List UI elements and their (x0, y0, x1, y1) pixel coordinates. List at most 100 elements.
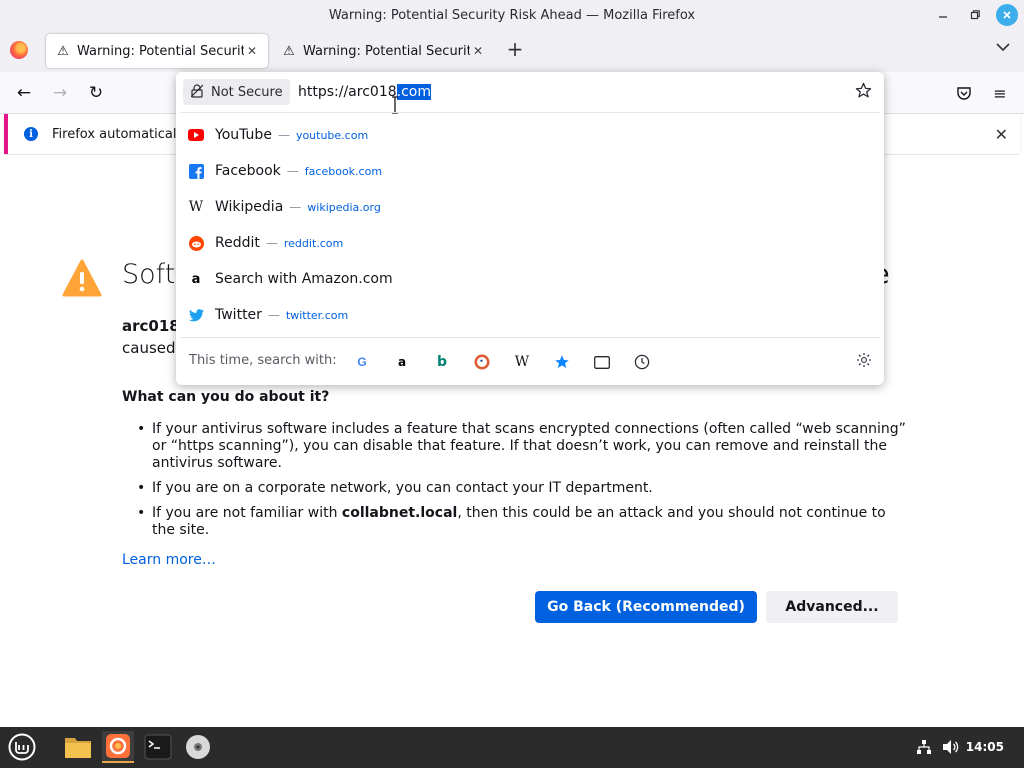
volume-icon[interactable] (942, 739, 960, 759)
start-menu-button[interactable] (6, 731, 38, 763)
terminal-app-button[interactable] (142, 731, 174, 763)
duckduckgo-icon[interactable] (472, 352, 492, 372)
pocket-button[interactable] (952, 81, 976, 105)
reload-button[interactable]: ↻ (84, 81, 108, 105)
window-title: Warning: Potential Security Risk Ahead —… (328, 7, 696, 23)
warning-triangle-icon (62, 259, 102, 297)
suggestion-facebook[interactable]: Facebook — facebook.com (176, 153, 884, 189)
amazon-icon[interactable]: a (392, 352, 412, 372)
insecure-lock-icon (190, 83, 205, 101)
back-arrow-icon: ← (16, 83, 32, 103)
wikipedia-icon[interactable]: W (512, 352, 532, 372)
forward-arrow-icon: → (52, 83, 68, 103)
tab-inactive[interactable]: ⚠ Warning: Potential Security Risk Ahead… (272, 34, 494, 68)
tab-close-icon[interactable]: ✕ (244, 44, 260, 58)
list-item: If you are on a corporate network, you c… (137, 480, 907, 497)
url-selected-text: .com (396, 84, 431, 100)
terminal-icon (144, 734, 172, 760)
minimize-button[interactable] (932, 4, 954, 26)
firefox-icon (106, 734, 130, 758)
suggestion-name: Facebook (215, 163, 281, 179)
close-icon (1003, 11, 1011, 19)
back-button[interactable]: ← (12, 81, 36, 105)
suggestion-name: Twitter (215, 307, 262, 323)
separator-dash: — (277, 128, 290, 142)
suggestion-name: Reddit (215, 235, 260, 251)
google-icon[interactable]: G (352, 352, 372, 372)
bookmark-star-button[interactable] (855, 82, 872, 104)
learn-more-link[interactable]: Learn more… (122, 552, 216, 568)
suggestion-amazon-search[interactable]: a Search with Amazon.com (176, 261, 884, 297)
firefox-view-icon[interactable] (10, 41, 28, 59)
bing-icon[interactable]: b (432, 352, 452, 372)
suggestion-name: Wikipedia (215, 199, 284, 215)
list-item: If your antivirus software includes a fe… (137, 421, 907, 472)
suggestion-twitter[interactable]: Twitter — twitter.com (176, 297, 884, 333)
divider (180, 112, 880, 113)
suggestion-url: reddit.com (283, 236, 344, 250)
search-settings-button[interactable] (856, 352, 872, 372)
star-icon (855, 82, 872, 98)
disc-app-button[interactable] (182, 731, 214, 763)
forward-button[interactable]: → (48, 81, 72, 105)
tab-active[interactable]: ⚠ Warning: Potential Security Risk Ahead… (46, 34, 268, 68)
separator-dash: — (267, 308, 280, 322)
window-controls (932, 4, 1018, 26)
search-with-label: This time, search with: (189, 353, 337, 368)
wikipedia-icon: W (188, 199, 204, 215)
bullet-text: If you are not familiar with (152, 505, 342, 521)
error-description: caused (122, 339, 176, 357)
window-titlebar: Warning: Potential Security Risk Ahead —… (0, 0, 1024, 30)
tab-close-icon[interactable]: ✕ (470, 44, 486, 58)
close-window-button[interactable] (996, 4, 1018, 26)
separator-dash: — (286, 164, 299, 178)
app-menu-button[interactable]: ≡ (988, 81, 1012, 105)
advice-list: If your antivirus software includes a fe… (137, 421, 907, 547)
reload-icon: ↻ (88, 83, 104, 103)
taskbar: 14:05 (0, 727, 1024, 768)
suggestion-reddit[interactable]: Reddit — reddit.com (176, 225, 884, 261)
suggestion-youtube[interactable]: YouTube — youtube.com (176, 117, 884, 153)
new-tab-button[interactable]: + (504, 38, 526, 60)
domain-name: collabnet.local (341, 505, 458, 521)
tab-title: Warning: Potential Security Risk Ahead (303, 43, 470, 59)
screen: Warning: Potential Security Risk Ahead —… (0, 0, 1024, 768)
maximize-button[interactable] (964, 4, 986, 26)
suggestion-url: facebook.com (304, 164, 383, 178)
gear-icon (857, 353, 871, 367)
folder-icon (65, 738, 91, 758)
list-all-tabs-button[interactable] (996, 40, 1010, 56)
amazon-icon: a (191, 271, 201, 287)
not-secure-label: Not Secure (211, 84, 283, 100)
tabs-icon[interactable] (592, 352, 612, 372)
not-secure-indicator[interactable]: Not Secure (183, 79, 290, 105)
firefox-taskbar-button[interactable] (102, 731, 134, 763)
divider (180, 337, 880, 338)
network-icon[interactable] (916, 739, 932, 759)
urlbar-dropdown: Not Secure https://arc018.com YouTube — … (176, 72, 884, 385)
minimize-icon (939, 16, 947, 18)
linux-mint-logo-icon (8, 733, 36, 761)
warning-icon: ⚠ (57, 43, 69, 59)
pocket-icon (957, 87, 971, 100)
facebook-icon (188, 163, 204, 179)
go-back-button[interactable]: Go Back (Recommended) (535, 591, 757, 623)
advanced-button[interactable]: Advanced... (766, 591, 898, 623)
hamburger-menu-icon: ≡ (993, 83, 1007, 103)
separator-dash: — (265, 236, 278, 250)
youtube-icon (188, 127, 204, 143)
history-icon[interactable] (632, 352, 652, 372)
suggestion-url: twitter.com (285, 308, 349, 322)
list-item: If you are not familiar with collabnet.l… (137, 505, 907, 539)
separator-dash: — (289, 200, 302, 214)
notification-close-button[interactable]: ✕ (995, 125, 1008, 144)
suggestion-name: Search with Amazon.com (215, 271, 393, 287)
reddit-icon (188, 235, 204, 251)
suggestion-wikipedia[interactable]: W Wikipedia — wikipedia.org (176, 189, 884, 225)
chevron-down-icon (996, 43, 1010, 52)
url-input[interactable]: https://arc018.com (298, 84, 431, 100)
twitter-icon (188, 307, 204, 323)
bookmarks-icon[interactable] (552, 352, 572, 372)
clock[interactable]: 14:05 (966, 740, 1004, 754)
files-app-button[interactable] (62, 731, 94, 763)
